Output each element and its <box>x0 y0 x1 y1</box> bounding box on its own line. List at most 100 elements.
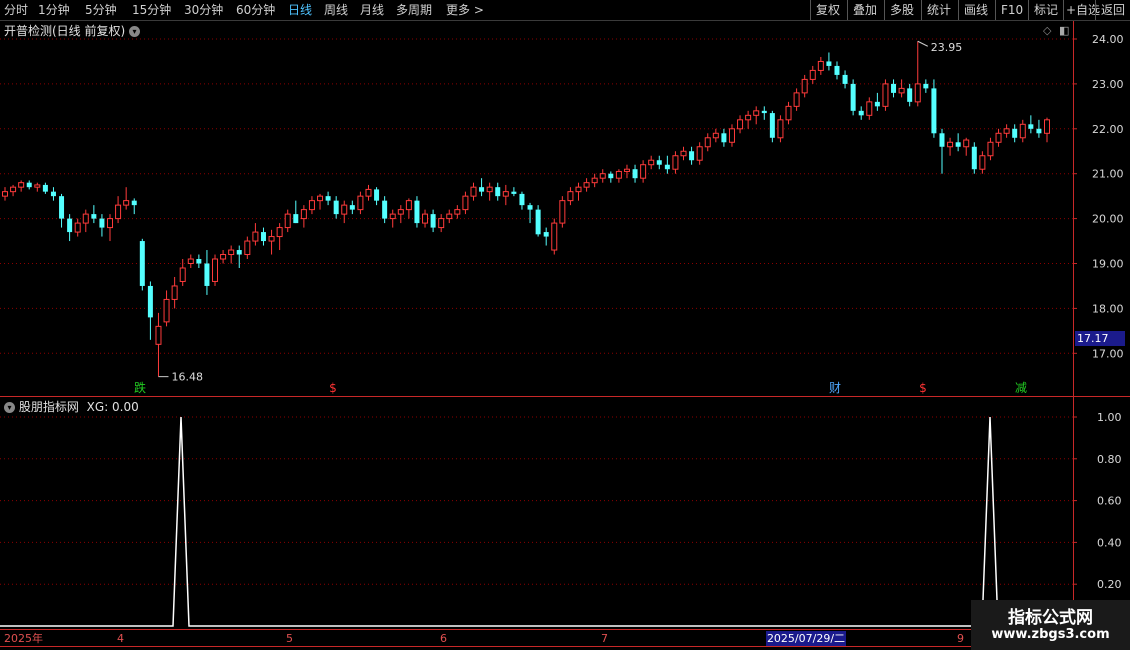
watermark: 指标公式网 www.zbgs3.com <box>971 600 1130 650</box>
candle-body-down <box>923 83 929 89</box>
price-tick-label: 18.00 <box>1092 302 1124 315</box>
candle-body-up <box>422 213 429 224</box>
candle-body-down <box>26 182 32 188</box>
date-label-jun: 6 <box>440 632 447 645</box>
chevron-down-icon[interactable]: ▾ <box>129 26 141 37</box>
candle-body-up <box>179 267 186 282</box>
candle-body-up <box>737 119 744 130</box>
candle-body-down <box>293 214 299 224</box>
cursor-date-badge: 2025/07/29/二 <box>766 631 846 646</box>
window-layout-icon[interactable]: ◧ <box>1059 24 1069 37</box>
date-label-sep: 9 <box>957 632 964 645</box>
candle-body-up <box>74 222 81 233</box>
candle-body-up <box>171 285 178 300</box>
candle-body-down <box>325 196 331 201</box>
candle-body-down <box>826 61 832 66</box>
stock-title: 开普检测(日线 前复权) <box>4 24 126 38</box>
candle-body-down <box>99 218 105 228</box>
candle-body-up <box>123 200 130 206</box>
candle-body-up <box>107 218 114 229</box>
event-marker: $ <box>329 381 337 395</box>
candle-body-down <box>91 214 97 219</box>
kline-chart[interactable]: 24.00 23.00 22.00 21.00 20.00 19.00 18.00 17.00… <box>0 0 1130 650</box>
low-price-label: 16.48 <box>171 371 203 384</box>
candle-body-down <box>260 232 266 242</box>
candle-body-up <box>1044 119 1050 134</box>
indicator-tick-label: 1.00 <box>1097 411 1122 424</box>
candle-body-up <box>648 159 655 166</box>
candle-body-up <box>914 83 921 103</box>
candle-body-down <box>721 133 727 143</box>
candle-body-up <box>438 218 445 229</box>
candle-body-up <box>947 141 954 148</box>
price-tick-label: 24.00 <box>1092 33 1124 46</box>
candle-body-down <box>955 142 961 147</box>
candle-body-up <box>268 236 275 242</box>
candle-body-up <box>446 213 453 220</box>
indicator-tick-label: 0.60 <box>1097 495 1122 508</box>
event-marker: 跌 <box>134 380 146 395</box>
candle-body-down <box>939 133 945 147</box>
xg-indicator-line <box>0 416 1073 627</box>
diamond-icon[interactable]: ◇ <box>1043 24 1051 37</box>
candle-body-up <box>1003 128 1010 134</box>
candle-body-down <box>608 173 614 179</box>
candle-body-down <box>971 146 977 170</box>
main-chart-title: 开普检测(日线 前复权) ▾ <box>4 22 141 39</box>
indicator-name: 股朋指标网 <box>18 400 79 414</box>
candle-body-up <box>317 195 324 202</box>
watermark-title: 指标公式网 <box>1008 608 1093 628</box>
candle-body-up <box>82 213 89 224</box>
indicator-value: XG: 0.00 <box>86 400 139 414</box>
candle-body-up <box>252 231 259 242</box>
candle-body-down <box>1028 124 1034 129</box>
candle-body-down <box>761 110 767 114</box>
date-label-year: 2025年 <box>4 632 43 645</box>
high-pointer <box>917 40 928 47</box>
candle-body-up <box>615 170 622 179</box>
candle-body-down <box>858 110 864 116</box>
candle-body-up <box>680 150 687 157</box>
candle-body-up <box>963 139 970 148</box>
event-marker: $ <box>919 381 927 395</box>
candle-body-up <box>155 325 162 345</box>
candle-body-up <box>898 87 905 94</box>
candle-body-down <box>842 74 848 84</box>
candle-body-down <box>656 160 662 165</box>
candle-body-down <box>891 83 897 93</box>
candle-body-up <box>704 137 711 148</box>
candle-body-down <box>632 169 638 179</box>
candle-body-up <box>575 186 582 193</box>
candle-body-up <box>672 155 679 170</box>
candle-body-up <box>987 141 994 157</box>
candle-body-down <box>67 218 73 233</box>
price-tick-label: 22.00 <box>1092 123 1124 136</box>
candle-body-down <box>931 88 937 134</box>
chevron-down-icon[interactable]: ▾ <box>4 402 15 413</box>
candle-body-down <box>50 191 56 197</box>
event-marker: 减 <box>1015 381 1027 395</box>
candle-body-down <box>527 205 533 210</box>
indicator-tick-label: 0.80 <box>1097 453 1122 466</box>
candle-body-down <box>907 88 913 102</box>
candle-body-up <box>18 182 25 188</box>
candle-body-down <box>535 209 541 235</box>
candle-body-down <box>495 187 501 197</box>
candle-body-down <box>42 184 48 192</box>
watermark-url: www.zbgs3.com <box>991 627 1110 642</box>
candle-body-up <box>486 186 493 193</box>
price-tick-label: 21.00 <box>1092 168 1124 181</box>
candle-body-down <box>349 205 355 210</box>
candle-body-down <box>850 83 856 111</box>
candle-body-down <box>1012 128 1018 138</box>
indicator-title: ▾ 股朋指标网 XG: 0.00 <box>4 398 139 415</box>
candle-body-up <box>2 191 8 197</box>
candle-body-up <box>276 227 283 238</box>
candle-body-up <box>454 209 461 215</box>
price-tick-label: 23.00 <box>1092 78 1124 91</box>
date-label-may: 5 <box>286 632 293 645</box>
candle-body-up <box>502 191 509 197</box>
candle-body-up <box>405 200 412 211</box>
candle-body-up <box>696 146 703 161</box>
candle-body-up <box>793 92 800 107</box>
